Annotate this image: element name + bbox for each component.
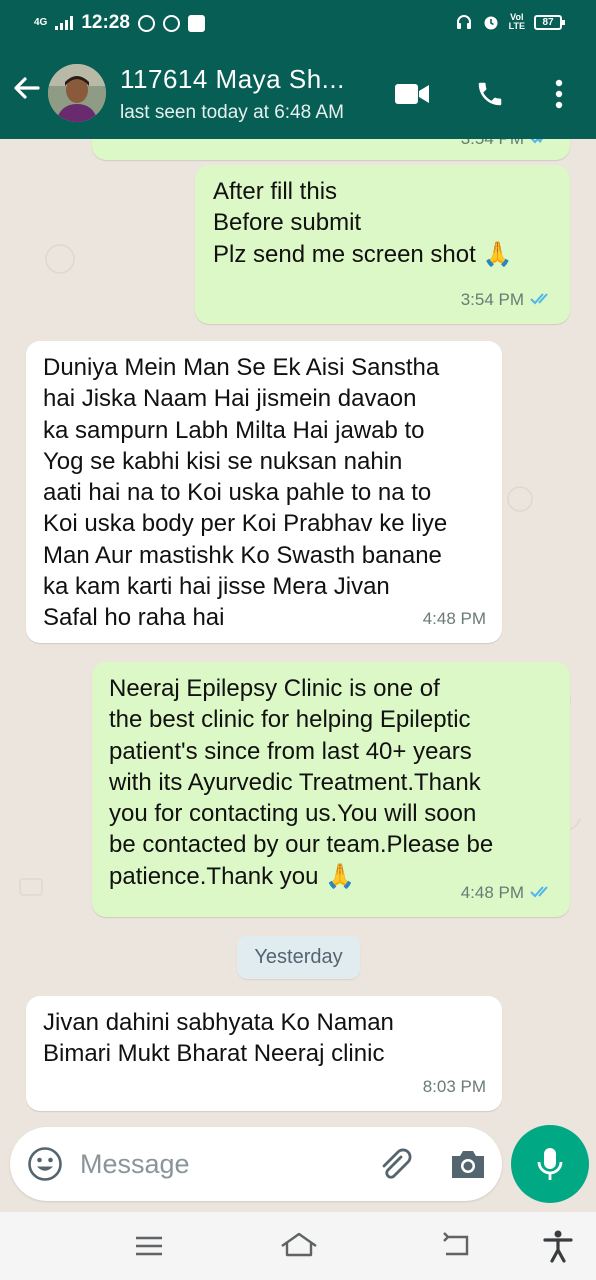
voice-record-button[interactable] bbox=[511, 1125, 589, 1203]
signal-icon bbox=[55, 16, 74, 30]
avatar-image bbox=[48, 64, 106, 122]
double-check-icon bbox=[530, 886, 548, 898]
accessibility-icon[interactable] bbox=[540, 1228, 576, 1264]
status-right: Vol LTE 87 bbox=[455, 12, 565, 31]
back-arrow-icon[interactable] bbox=[10, 71, 44, 105]
home-icon[interactable] bbox=[279, 1228, 319, 1264]
message-meta: 3:54 PM bbox=[461, 284, 554, 315]
camera-icon[interactable] bbox=[448, 1146, 488, 1182]
date-divider: Yesterday bbox=[237, 936, 360, 979]
message-time: 4:48 PM bbox=[422, 608, 486, 628]
headset-icon bbox=[456, 15, 471, 29]
system-nav-bar bbox=[0, 1212, 596, 1280]
message-bubble-outgoing[interactable]: Neeraj Epilepsy Clinic is one of the bes… bbox=[92, 662, 570, 917]
message-time: 8:03 PM bbox=[422, 1076, 486, 1096]
more-vertical-icon bbox=[555, 79, 563, 109]
chat-header: 117614 Maya Sh... last seen today at 6:4… bbox=[0, 44, 596, 139]
gallery-notification-icon bbox=[187, 14, 205, 32]
phone-icon bbox=[478, 82, 502, 106]
emoji-icon[interactable] bbox=[27, 1146, 63, 1182]
message-text: Neeraj Epilepsy Clinic is one of the bes… bbox=[109, 675, 494, 890]
attach-icon[interactable] bbox=[375, 1145, 415, 1185]
status-time: 12:28 bbox=[81, 12, 130, 33]
message-meta: 8:03 PM bbox=[423, 1071, 486, 1102]
message-bubble-incoming[interactable]: Jivan dahini sabhyata Ko Naman Bimari Mu… bbox=[26, 996, 502, 1111]
message-bubble-outgoing[interactable]: After fill this Before submit Plz send m… bbox=[195, 165, 570, 324]
contact-name[interactable]: 117614 Maya Sh... bbox=[120, 64, 345, 95]
avatar[interactable] bbox=[48, 64, 106, 122]
message-bubble-outgoing[interactable]: 3:54 PM bbox=[92, 139, 570, 160]
status-bar: 4G 12:28 Vol LTE 87 bbox=[0, 0, 596, 44]
message-composer bbox=[10, 1127, 502, 1201]
alarm-icon bbox=[484, 16, 498, 30]
message-time: 3:54 PM bbox=[460, 289, 524, 309]
volte-indicator: Vol LTE bbox=[508, 12, 525, 31]
notification-icon bbox=[162, 14, 180, 32]
message-text: Jivan dahini sabhyata Ko Naman Bimari Mu… bbox=[43, 1009, 394, 1068]
double-check-icon bbox=[530, 139, 544, 144]
battery-indicator: 87 bbox=[534, 14, 565, 30]
video-call-button[interactable] bbox=[392, 74, 432, 114]
message-bubble-incoming[interactable]: Duniya Mein Man Se Ek Aisi Sanstha hai J… bbox=[26, 341, 502, 643]
message-meta: 4:48 PM bbox=[461, 877, 554, 908]
chat-area[interactable]: 3:54 PM After fill this Before submit Pl… bbox=[0, 139, 596, 1139]
message-time: 4:48 PM bbox=[460, 882, 524, 902]
last-seen-status: last seen today at 6:48 AM bbox=[120, 102, 344, 123]
message-meta: 3:54 PM bbox=[461, 139, 554, 154]
message-meta: 4:48 PM bbox=[423, 603, 486, 634]
double-check-icon bbox=[530, 293, 548, 305]
message-text: Duniya Mein Man Se Ek Aisi Sanstha hai J… bbox=[43, 354, 448, 632]
top-bar: 4G 12:28 Vol LTE 87 117614 Maya Sh... la… bbox=[0, 0, 596, 139]
status-left: 4G 12:28 bbox=[34, 12, 205, 34]
message-input[interactable] bbox=[80, 1145, 360, 1183]
voice-call-button[interactable] bbox=[470, 74, 510, 114]
mic-icon bbox=[537, 1148, 563, 1180]
video-call-icon bbox=[395, 84, 429, 104]
menu-icon[interactable] bbox=[131, 1228, 167, 1264]
message-text: After fill this Before submit Plz send m… bbox=[213, 178, 513, 268]
more-options-button[interactable] bbox=[539, 74, 579, 114]
message-time: 3:54 PM bbox=[461, 139, 524, 154]
notification-icon bbox=[137, 14, 155, 32]
network-type: 4G bbox=[34, 17, 48, 28]
back-icon[interactable] bbox=[438, 1228, 474, 1264]
